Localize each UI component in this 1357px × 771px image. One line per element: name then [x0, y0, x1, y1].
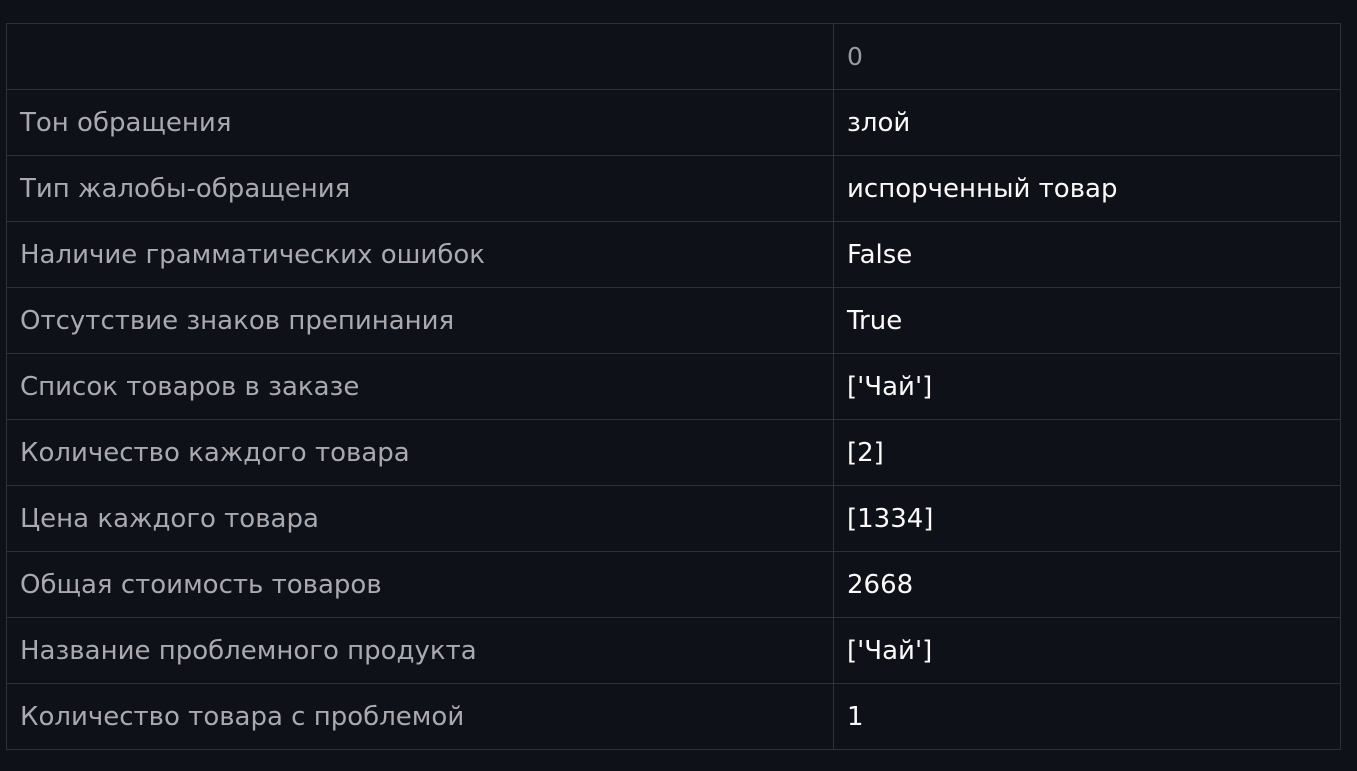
row-label: Список товаров в заказе [6, 353, 834, 420]
table-row: Общая стоимость товаров 2668 [6, 551, 1341, 618]
corner-cell [6, 23, 834, 90]
row-label: Тон обращения [6, 89, 834, 156]
row-value[interactable]: 2668 [833, 551, 1341, 618]
row-label: Цена каждого товара [6, 485, 834, 552]
row-label: Наличие грамматических ошибок [6, 221, 834, 288]
table-row: Цена каждого товара [1334] [6, 485, 1341, 552]
header-row: 0 [6, 23, 1341, 90]
table-row: Количество товара с проблемой 1 [6, 683, 1341, 750]
dataframe-table: 0 Тон обращения злой Тип жалобы-обращени… [6, 23, 1341, 750]
table-row: Тон обращения злой [6, 89, 1341, 156]
row-label: Количество каждого товара [6, 419, 834, 486]
row-value[interactable]: False [833, 221, 1341, 288]
row-value[interactable]: True [833, 287, 1341, 354]
table-row: Наличие грамматических ошибок False [6, 221, 1341, 288]
table-row: Количество каждого товара [2] [6, 419, 1341, 486]
row-label: Тип жалобы-обращения [6, 155, 834, 222]
row-label: Общая стоимость товаров [6, 551, 834, 618]
row-value[interactable]: ['Чай'] [833, 617, 1341, 684]
column-header-0[interactable]: 0 [833, 23, 1341, 90]
row-value[interactable]: злой [833, 89, 1341, 156]
table-row: Название проблемного продукта ['Чай'] [6, 617, 1341, 684]
row-value[interactable]: [2] [833, 419, 1341, 486]
table-row: Тип жалобы-обращения испорченный товар [6, 155, 1341, 222]
table-row: Отсутствие знаков препинания True [6, 287, 1341, 354]
row-label: Отсутствие знаков препинания [6, 287, 834, 354]
row-value[interactable]: ['Чай'] [833, 353, 1341, 420]
row-value[interactable]: [1334] [833, 485, 1341, 552]
row-value[interactable]: испорченный товар [833, 155, 1341, 222]
row-value[interactable]: 1 [833, 683, 1341, 750]
row-label: Название проблемного продукта [6, 617, 834, 684]
row-label: Количество товара с проблемой [6, 683, 834, 750]
table-row: Список товаров в заказе ['Чай'] [6, 353, 1341, 420]
